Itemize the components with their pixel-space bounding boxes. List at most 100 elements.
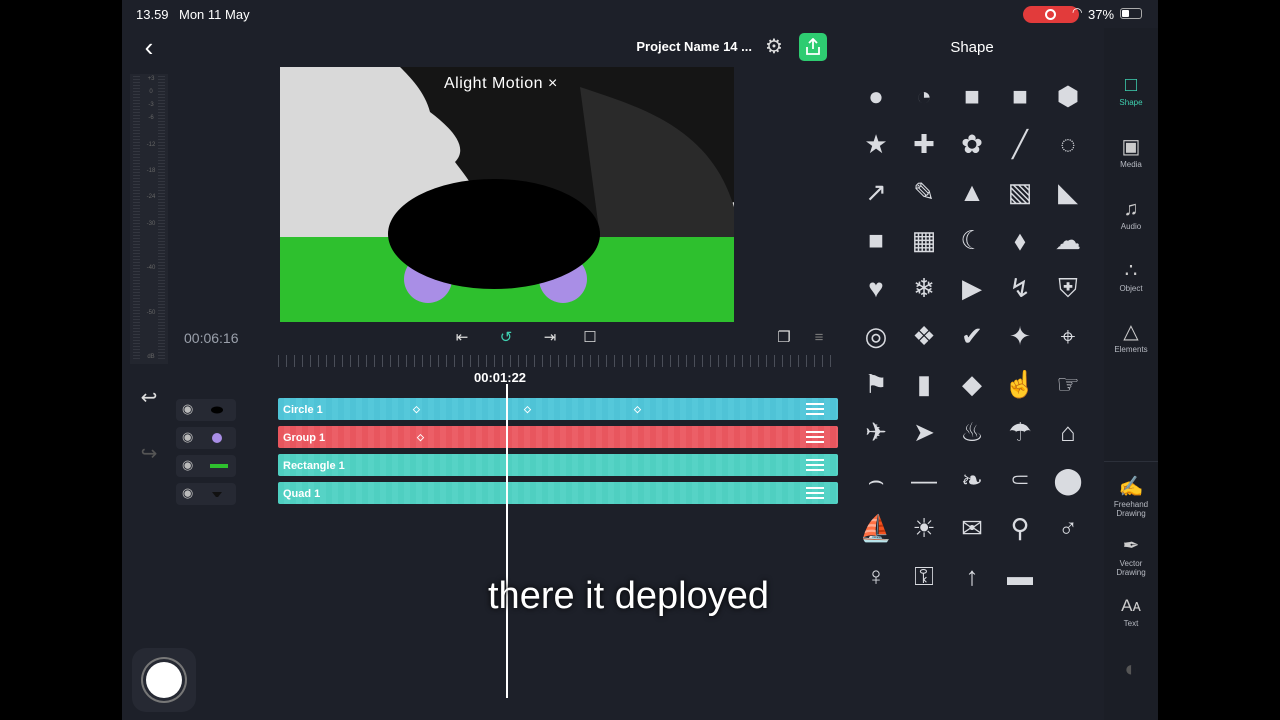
layer-track[interactable]: Circle 1 ◇ ◇ ◇ [278, 398, 838, 420]
umbrella-shape-icon[interactable]: ☂ [1002, 414, 1038, 450]
ribbon-shape-icon[interactable]: ― [906, 462, 942, 498]
house-shape-icon[interactable]: ⌂ [1050, 414, 1086, 450]
lightning-shape-icon[interactable]: ↯ [1002, 270, 1038, 306]
hexagon-shape-icon[interactable]: ⬢ [1050, 78, 1086, 114]
elements-icon: △ [1123, 321, 1139, 343]
layer-track[interactable]: Group 1 ◇ [278, 426, 838, 448]
speech-bubble-shape-icon[interactable]: ■ [858, 222, 894, 258]
layer-track[interactable]: Quad 1 [278, 482, 838, 504]
circle-shape-icon[interactable]: ● [858, 78, 894, 114]
arrow-shape-icon[interactable]: ↗ [858, 174, 894, 210]
nav-text[interactable]: Aᴀ Text [1104, 593, 1158, 628]
check-shape-icon[interactable]: ✔ [954, 318, 990, 354]
snowflake-shape-icon[interactable]: ❄ [906, 270, 942, 306]
rocket-shape-icon[interactable]: ↑ [954, 558, 990, 594]
woman-shape-icon[interactable]: ♀ [858, 558, 894, 594]
laurel-shape-icon[interactable]: ⸦ [1002, 462, 1038, 498]
pencil-shape-icon[interactable]: ✎ [906, 174, 942, 210]
corner-shape-icon[interactable]: ◣ [1050, 174, 1086, 210]
thumbs-up-shape-icon[interactable]: ☝ [1002, 366, 1038, 402]
screen-recording-icon[interactable] [1023, 6, 1079, 23]
watermark[interactable]: Alight Motion × [444, 75, 558, 93]
moon-shape-icon[interactable]: ☾ [954, 222, 990, 258]
project-title[interactable]: Project Name 14 ... [592, 39, 752, 54]
sparkle-shape-icon[interactable]: ✦ [1002, 318, 1038, 354]
play-triangle-shape-icon[interactable]: ▶ [954, 270, 990, 306]
nav-media[interactable]: ▣ Media [1104, 134, 1158, 169]
eye-icon[interactable]: ◉ [182, 429, 193, 445]
keyframe-icon[interactable]: ◇ [413, 404, 420, 415]
status-date: Mon 11 May [179, 7, 250, 22]
airplane-shape-icon[interactable]: ✈ [858, 414, 894, 450]
drag-handle-icon[interactable] [806, 403, 824, 415]
jump-start-icon[interactable]: ⇤ [451, 328, 473, 348]
triangle-shape-icon[interactable]: ▲ [954, 174, 990, 210]
line-shape-icon[interactable]: ╱ [1002, 126, 1038, 162]
pointing-hand-shape-icon[interactable]: ☞ [1050, 366, 1086, 402]
share-icon[interactable] [799, 33, 827, 61]
plus-shape-icon[interactable]: ✚ [906, 126, 942, 162]
loop-icon[interactable]: ↺ [495, 328, 517, 348]
keyframe-icon[interactable]: ◇ [417, 432, 424, 443]
banner-shape-icon[interactable]: ⌢ [858, 462, 894, 498]
pie-shape-icon[interactable]: ◔ [906, 78, 942, 114]
back-chevron-icon[interactable]: ‹ [136, 34, 162, 60]
envelope-shape-icon[interactable]: ✉ [954, 510, 990, 546]
gear-icon[interactable]: ⚙ [762, 35, 786, 59]
rounded-square-shape-icon[interactable]: ■ [1002, 78, 1038, 114]
diamond-shape-icon[interactable]: ◆ [954, 366, 990, 402]
eye-icon[interactable]: ◉ [182, 485, 193, 501]
keyframe-icon[interactable]: ◇ [524, 404, 531, 415]
undo-icon[interactable]: ↩ [136, 385, 162, 411]
shield-shape-icon[interactable]: ⛨ [1050, 270, 1086, 306]
quad-shape-icon[interactable]: ▧ [1002, 174, 1038, 210]
video-preview[interactable] [280, 67, 734, 322]
stamp-shape-icon[interactable]: ▦ [906, 222, 942, 258]
bookmark-shape-icon[interactable]: ▮ [906, 366, 942, 402]
pin-shape-icon[interactable]: ⌖ [1050, 318, 1086, 354]
assistive-touch-button[interactable] [132, 648, 196, 712]
square-shape-icon[interactable]: ■ [954, 78, 990, 114]
nav-freehand-drawing[interactable]: ✍ Freehand Drawing [1104, 474, 1158, 518]
sailboat-shape-icon[interactable]: ⛵ [858, 510, 894, 546]
drag-handle-icon[interactable] [806, 487, 824, 499]
man-shape-icon[interactable]: ♂ [1050, 510, 1086, 546]
puzzle-shape-icon[interactable]: ❖ [906, 318, 942, 354]
copy-icon[interactable]: ❐ [773, 328, 795, 348]
eye-icon[interactable]: ◉ [182, 457, 193, 473]
nav-audio[interactable]: ♫ Audio [1104, 196, 1158, 231]
nav-shape[interactable]: □ Shape [1104, 72, 1158, 107]
bomb-shape-icon[interactable]: ⬤ [1050, 462, 1086, 498]
cloud-shape-icon[interactable]: ☁ [1050, 222, 1086, 258]
layer-track[interactable]: Rectangle 1 [278, 454, 838, 476]
star-shape-icon[interactable]: ★ [858, 126, 894, 162]
layer-name: Rectangle 1 [283, 460, 345, 472]
flame-shape-icon[interactable]: ♨ [954, 414, 990, 450]
arc-shape-icon[interactable]: ◌ [1050, 126, 1086, 162]
flower-star-shape-icon[interactable]: ✿ [954, 126, 990, 162]
timeline-ruler[interactable] [278, 355, 838, 367]
expand-icon[interactable]: ≡ [808, 328, 830, 348]
flag-shape-icon[interactable]: ⚑ [858, 366, 894, 402]
magnifier-shape-icon[interactable]: ⚲ [1002, 510, 1038, 546]
paper-plane-shape-icon[interactable]: ➤ [906, 414, 942, 450]
redo-icon[interactable]: ↪ [136, 441, 162, 467]
laurel-left-shape-icon[interactable]: ❧ [954, 462, 990, 498]
spiral-shape-icon[interactable]: ◎ [858, 318, 894, 354]
playhead[interactable] [506, 384, 508, 698]
car-shape-icon[interactable]: ▬ [1002, 558, 1038, 594]
eye-icon[interactable]: ◉ [182, 401, 193, 417]
nav-elements[interactable]: △ Elements [1104, 319, 1158, 354]
sun-shape-icon[interactable]: ☀ [906, 510, 942, 546]
nav-object[interactable]: ∴ Object [1104, 258, 1158, 293]
key-shape-icon[interactable]: ⚿ [906, 558, 942, 594]
audio-icon: ♫ [1123, 198, 1139, 220]
drag-handle-icon[interactable] [806, 431, 824, 443]
jump-end-icon[interactable]: ⇥ [539, 328, 561, 348]
drag-handle-icon[interactable] [806, 459, 824, 471]
keyframe-icon[interactable]: ◇ [634, 404, 641, 415]
nav-vector-drawing[interactable]: ✒ Vector Drawing [1104, 533, 1158, 577]
heart-shape-icon[interactable]: ♥ [858, 270, 894, 306]
drop-shape-icon[interactable]: ⬧ [1002, 222, 1038, 258]
bookmark-add-icon[interactable]: ☐ [579, 328, 601, 348]
